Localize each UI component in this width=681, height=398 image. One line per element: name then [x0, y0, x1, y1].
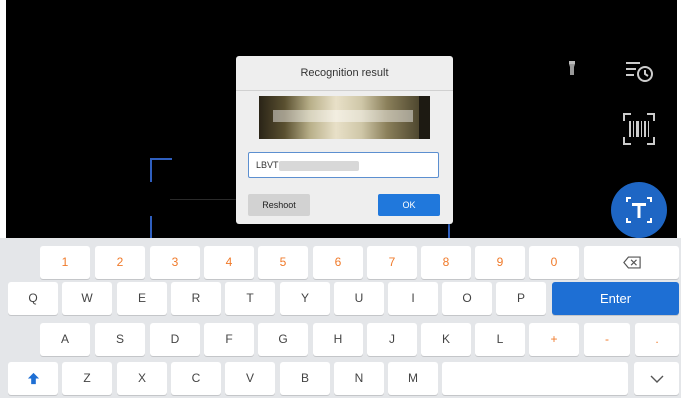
hide-keyboard-key[interactable] [634, 362, 679, 395]
scan-line [170, 199, 236, 200]
key-w[interactable]: W [62, 282, 112, 315]
key-b[interactable]: B [280, 362, 330, 395]
dialog-title: Recognition result [236, 56, 453, 91]
key-j[interactable]: J [367, 323, 417, 356]
shift-key[interactable] [8, 362, 58, 395]
right-edge [677, 0, 681, 240]
key-t[interactable]: T [225, 282, 275, 315]
history-icon[interactable] [624, 58, 654, 84]
key-p[interactable]: P [496, 282, 546, 315]
captured-text-band [273, 110, 413, 122]
key-q[interactable]: Q [8, 282, 58, 315]
key-l[interactable]: L [475, 323, 525, 356]
left-edge [0, 0, 6, 240]
key-f[interactable]: F [204, 323, 254, 356]
key-4[interactable]: 4 [204, 246, 254, 279]
on-screen-keyboard: 1 2 3 4 5 6 7 8 9 0 Q W E R T Y U I O P … [0, 238, 681, 398]
key-8[interactable]: 8 [421, 246, 471, 279]
key-h[interactable]: H [313, 323, 363, 356]
key-7[interactable]: 7 [367, 246, 417, 279]
flashlight-icon[interactable] [566, 60, 578, 76]
barcode-scan-icon[interactable] [622, 112, 656, 146]
key-period[interactable]: . [635, 323, 679, 356]
shift-icon [27, 373, 39, 385]
key-o[interactable]: O [442, 282, 492, 315]
scan-frame-corner [150, 216, 172, 238]
key-minus[interactable]: - [584, 323, 630, 356]
key-u[interactable]: U [334, 282, 384, 315]
key-r[interactable]: R [171, 282, 221, 315]
chevron-down-icon [650, 375, 663, 383]
key-1[interactable]: 1 [40, 246, 90, 279]
vin-value: LBVT [256, 160, 279, 170]
key-i[interactable]: I [388, 282, 438, 315]
key-s[interactable]: S [95, 323, 145, 356]
key-k[interactable]: K [421, 323, 471, 356]
text-recognition-icon [626, 197, 652, 223]
key-6[interactable]: 6 [313, 246, 363, 279]
key-9[interactable]: 9 [475, 246, 525, 279]
key-d[interactable]: D [150, 323, 200, 356]
ok-button[interactable]: OK [378, 194, 440, 216]
enter-key[interactable]: Enter [552, 282, 679, 315]
key-x[interactable]: X [117, 362, 167, 395]
text-recognition-button[interactable] [611, 182, 667, 238]
space-key[interactable] [442, 362, 628, 395]
key-a[interactable]: A [40, 323, 90, 356]
scan-frame-corner [150, 158, 172, 182]
backspace-icon [622, 256, 641, 269]
redacted-text [279, 161, 359, 171]
key-z[interactable]: Z [62, 362, 112, 395]
key-2[interactable]: 2 [95, 246, 145, 279]
recognition-result-dialog: Recognition result LBVT Reshoot OK [236, 56, 453, 224]
key-v[interactable]: V [225, 362, 275, 395]
key-m[interactable]: M [388, 362, 438, 395]
key-5[interactable]: 5 [258, 246, 308, 279]
key-0[interactable]: 0 [529, 246, 579, 279]
key-plus[interactable]: + [529, 323, 579, 356]
key-3[interactable]: 3 [150, 246, 200, 279]
vin-input[interactable]: LBVT [248, 152, 439, 178]
backspace-key[interactable] [584, 246, 679, 279]
captured-image [259, 96, 430, 139]
key-y[interactable]: Y [280, 282, 330, 315]
reshoot-button[interactable]: Reshoot [248, 194, 310, 216]
key-c[interactable]: C [171, 362, 221, 395]
captured-image-edge [419, 96, 430, 139]
key-e[interactable]: E [117, 282, 167, 315]
key-n[interactable]: N [334, 362, 384, 395]
key-g[interactable]: G [258, 323, 308, 356]
